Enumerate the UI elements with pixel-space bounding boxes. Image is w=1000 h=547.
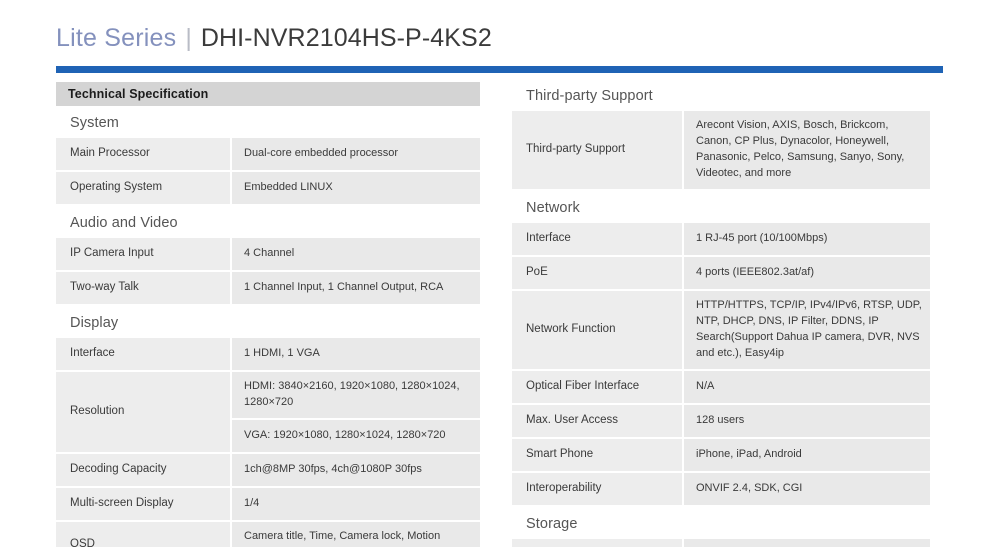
spec-value-group: 1 Channel Input, 1 Channel Output, RCA <box>232 272 480 304</box>
spec-row: Third-party Support Arecont Vision, AXIS,… <box>512 111 930 189</box>
group-heading-system: System <box>70 115 119 131</box>
spec-value-group: N/A <box>684 370 930 403</box>
spec-value: 128 users <box>684 404 930 437</box>
spec-value-group: HTTP/HTTPS, TCP/IP, IPv4/IPv6, RTSP, UDP… <box>684 290 930 369</box>
spec-label-smart-phone: Smart Phone <box>512 438 682 471</box>
spec-value-group: 1 RJ-45 port (10/100Mbps) <box>684 222 930 255</box>
spec-label-optical-fiber-interface: Optical Fiber Interface <box>512 370 682 403</box>
spec-value: ONVIF 2.4, SDK, CGI <box>684 472 930 505</box>
spec-label-internal-hdd: Internal HDD <box>512 538 682 547</box>
product-series-label: Lite Series <box>56 24 177 52</box>
product-model-label: DHI-NVR2104HS-P-4KS2 <box>200 24 492 52</box>
spec-value: 4 ports (IEEE802.3at/af) <box>684 256 930 289</box>
spec-value-group: 1 SATA III Port, up to 6TB capacity for … <box>684 538 930 547</box>
left-spec-column: Technical Specification System Main Proce… <box>56 82 480 547</box>
spec-label-network-function: Network Function <box>512 290 682 369</box>
spec-value: HDMI: 3840×2160, 1920×1080, 1280×1024, 1… <box>232 372 480 418</box>
spec-value: 1 SATA III Port, up to 6TB capacity for … <box>684 538 930 547</box>
spec-value: VGA: 1920×1080, 1280×1024, 1280×720 <box>232 419 480 452</box>
spec-label-max-user-access: Max. User Access <box>512 404 682 437</box>
spec-value: iPhone, iPad, Android <box>684 438 930 471</box>
spec-value-group: Camera title, Time, Camera lock, Motion … <box>232 521 480 547</box>
spec-row: Max. User Access 128 users <box>512 404 930 437</box>
spec-row: Resolution HDMI: 3840×2160, 1920×1080, 12… <box>56 372 480 452</box>
spec-row: Interoperability ONVIF 2.4, SDK, CGI <box>512 472 930 505</box>
spec-value-group: 4 Channel <box>232 238 480 270</box>
spec-value-group: Dual-core embedded processor <box>232 138 480 170</box>
spec-label-osd: OSD <box>56 521 230 547</box>
spec-row: Main Processor Dual-core embedded process… <box>56 138 480 170</box>
spec-value: Arecont Vision, AXIS, Bosch, Brickcom, C… <box>684 111 930 189</box>
spec-value: 4 Channel <box>232 238 480 270</box>
spec-label-operating-system: Operating System <box>56 172 230 204</box>
spec-value-group: 1/4 <box>232 487 480 520</box>
spec-value-group: ONVIF 2.4, SDK, CGI <box>684 472 930 505</box>
spec-row: Decoding Capacity 1ch@8MP 30fps, 4ch@1080… <box>56 453 480 486</box>
spec-table-display: Interface 1 HDMI, 1 VGA Resolution HDMI: 38… <box>56 338 480 547</box>
spec-row: Internal HDD1 SATA III Port, up to 6TB c… <box>512 538 930 547</box>
spec-row: OSD Camera title, Time, Camera lock, Moti… <box>56 521 480 547</box>
spec-row: Smart Phone iPhone, iPad, Android <box>512 438 930 471</box>
spec-value: 1 RJ-45 port (10/100Mbps) <box>684 222 930 255</box>
spec-row: Network Function HTTP/HTTPS, TCP/IP, IPv4… <box>512 290 930 369</box>
spec-value-group: 128 users <box>684 404 930 437</box>
spec-value: 1 HDMI, 1 VGA <box>232 338 480 370</box>
spec-row: Multi-screen Display 1/4 <box>56 487 480 520</box>
spec-value: 1 Channel Input, 1 Channel Output, RCA <box>232 272 480 304</box>
document-title: Lite Series | DHI-NVR2104HS-P-4KS2 <box>56 24 492 53</box>
spec-label-poe: PoE <box>512 256 682 289</box>
title-divider: | <box>185 24 192 52</box>
spec-row: IP Camera Input 4 Channel <box>56 238 480 270</box>
spec-label-ip-camera-input: IP Camera Input <box>56 238 230 270</box>
spec-table-third-party-support: Third-party Support Arecont Vision, AXIS,… <box>512 111 930 189</box>
spec-label-interface: Interface <box>512 222 682 255</box>
spec-value: N/A <box>684 370 930 403</box>
spec-value: 1ch@8MP 30fps, 4ch@1080P 30fps <box>232 453 480 486</box>
spec-label-decoding-capacity: Decoding Capacity <box>56 453 230 486</box>
spec-label-resolution: Resolution <box>56 372 230 452</box>
spec-value-group: 1ch@8MP 30fps, 4ch@1080P 30fps <box>232 453 480 486</box>
spec-row: PoE 4 ports (IEEE802.3at/af) <box>512 256 930 289</box>
spec-value-group: Arecont Vision, AXIS, Bosch, Brickcom, C… <box>684 111 930 189</box>
spec-row: Two-way Talk 1 Channel Input, 1 Channel O… <box>56 272 480 304</box>
accent-rule <box>56 66 943 73</box>
spec-value-group: HDMI: 3840×2160, 1920×1080, 1280×1024, 1… <box>232 372 480 452</box>
group-heading-storage: Storage <box>526 515 578 532</box>
spec-table-system: Main Processor Dual-core embedded process… <box>56 138 480 204</box>
right-spec-groups: Third-party Support Third-party Support Ar… <box>512 82 930 547</box>
group-heading-audio-and-video: Audio and Video <box>70 215 178 231</box>
spec-value: Dual-core embedded processor <box>232 138 480 170</box>
spec-table-storage: Internal HDD1 SATA III Port, up to 6TB c… <box>512 538 930 547</box>
spec-value-group: 1 HDMI, 1 VGA <box>232 338 480 370</box>
spec-row: Optical Fiber Interface N/A <box>512 370 930 403</box>
spec-label-main-processor: Main Processor <box>56 138 230 170</box>
spec-row: Operating System Embedded LINUX <box>56 172 480 204</box>
spec-value: Embedded LINUX <box>232 172 480 204</box>
spec-row: Interface 1 HDMI, 1 VGA <box>56 338 480 370</box>
left-spec-groups: System Main Processor Dual-core embedded p… <box>56 106 480 547</box>
spec-value: Camera title, Time, Camera lock, Motion … <box>232 521 480 547</box>
spec-row: Interface 1 RJ-45 port (10/100Mbps) <box>512 222 930 255</box>
spec-value: 1/4 <box>232 487 480 520</box>
group-heading-display: Display <box>70 315 119 331</box>
spec-table-network: Interface 1 RJ-45 port (10/100Mbps) PoE 4 p… <box>512 222 930 505</box>
spec-table-audio-and-video: IP Camera Input 4 Channel Two-way Talk 1 Ch… <box>56 238 480 304</box>
spec-label-third-party-support: Third-party Support <box>512 111 682 189</box>
spec-value: HTTP/HTTPS, TCP/IP, IPv4/IPv6, RTSP, UDP… <box>684 290 930 369</box>
spec-label-interoperability: Interoperability <box>512 472 682 505</box>
group-heading-third-party-support: Third-party Support <box>526 88 653 104</box>
right-spec-column: Third-party Support Third-party Support Ar… <box>512 82 930 547</box>
group-heading-network: Network <box>526 199 580 216</box>
spec-label-two-way-talk: Two-way Talk <box>56 272 230 304</box>
spec-value-group: Embedded LINUX <box>232 172 480 204</box>
spec-label-multi-screen-display: Multi-screen Display <box>56 487 230 520</box>
spec-label-interface: Interface <box>56 338 230 370</box>
spec-value-group: iPhone, iPad, Android <box>684 438 930 471</box>
technical-specification-banner: Technical Specification <box>56 82 480 106</box>
spec-value-group: 4 ports (IEEE802.3at/af) <box>684 256 930 289</box>
